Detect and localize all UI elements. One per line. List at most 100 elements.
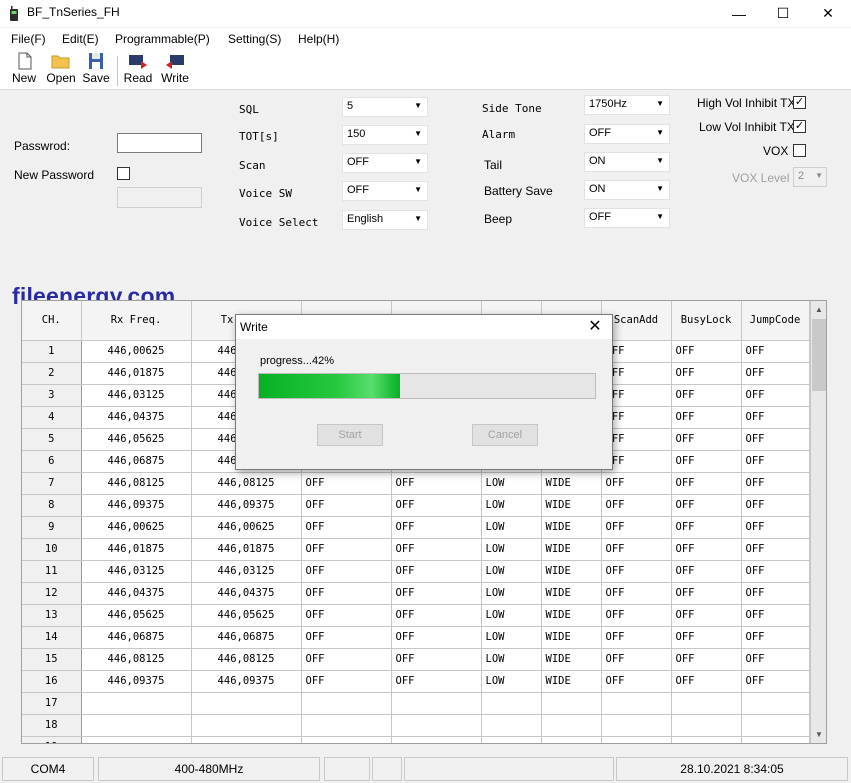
- table-cell[interactable]: [601, 736, 672, 743]
- table-cell[interactable]: 446,09375: [191, 494, 302, 517]
- channel-number-cell[interactable]: 13: [22, 604, 82, 627]
- table-cell[interactable]: OFF: [741, 472, 810, 495]
- channel-number-cell[interactable]: 2: [22, 362, 82, 385]
- table-cell[interactable]: LOW: [481, 560, 542, 583]
- table-cell[interactable]: 446,04375: [191, 582, 302, 605]
- table-row[interactable]: 7 446,08125 446,08125 OFF OFF LOW WIDE OFF OFF OF…: [22, 472, 810, 495]
- channel-number-cell[interactable]: 14: [22, 626, 82, 649]
- sql-select[interactable]: 5 ▼: [342, 97, 428, 117]
- table-cell[interactable]: OFF: [391, 626, 482, 649]
- table-cell[interactable]: OFF: [671, 340, 742, 363]
- scrollbar-thumb[interactable]: [812, 319, 826, 391]
- column-header[interactable]: JumpCode: [741, 301, 810, 341]
- table-row[interactable]: 11 446,03125 446,03125 OFF OFF LOW WIDE OFF OFF O…: [22, 560, 810, 583]
- channel-number-cell[interactable]: 12: [22, 582, 82, 605]
- table-cell[interactable]: [81, 736, 192, 743]
- table-cell[interactable]: OFF: [671, 560, 742, 583]
- table-cell[interactable]: OFF: [671, 582, 742, 605]
- new-button[interactable]: New: [6, 52, 42, 85]
- table-cell[interactable]: OFF: [741, 384, 810, 407]
- table-cell[interactable]: OFF: [671, 384, 742, 407]
- table-cell[interactable]: OFF: [671, 362, 742, 385]
- table-cell[interactable]: OFF: [601, 582, 672, 605]
- table-cell[interactable]: 446,01875: [81, 362, 192, 385]
- table-cell[interactable]: [541, 714, 602, 737]
- table-cell[interactable]: 446,04375: [81, 406, 192, 429]
- table-cell[interactable]: OFF: [301, 472, 392, 495]
- save-button[interactable]: Save: [78, 52, 114, 85]
- table-cell[interactable]: [601, 692, 672, 715]
- table-cell[interactable]: WIDE: [541, 626, 602, 649]
- read-button[interactable]: Read: [120, 52, 156, 85]
- menu-edit[interactable]: Edit(E): [62, 32, 99, 46]
- table-cell[interactable]: [391, 692, 482, 715]
- table-row[interactable]: 12 446,04375 446,04375 OFF OFF LOW WIDE OFF OFF O…: [22, 582, 810, 605]
- table-cell[interactable]: [741, 692, 810, 715]
- table-cell[interactable]: OFF: [671, 472, 742, 495]
- table-cell[interactable]: OFF: [301, 582, 392, 605]
- scan-select[interactable]: OFF ▼: [342, 153, 428, 173]
- table-cell[interactable]: OFF: [391, 648, 482, 671]
- table-cell[interactable]: [741, 714, 810, 737]
- table-cell[interactable]: 446,08125: [191, 472, 302, 495]
- column-header[interactable]: CH.: [22, 301, 82, 341]
- table-cell[interactable]: 446,09375: [81, 494, 192, 517]
- voice-select-select[interactable]: English ▼: [342, 210, 428, 230]
- table-cell[interactable]: LOW: [481, 516, 542, 539]
- table-cell[interactable]: OFF: [301, 604, 392, 627]
- table-cell[interactable]: 446,01875: [81, 538, 192, 561]
- vertical-scrollbar[interactable]: ▲ ▼: [810, 301, 826, 743]
- table-cell[interactable]: LOW: [481, 648, 542, 671]
- table-cell[interactable]: OFF: [391, 582, 482, 605]
- menu-file[interactable]: File(F): [11, 32, 46, 46]
- table-cell[interactable]: LOW: [481, 670, 542, 693]
- table-cell[interactable]: WIDE: [541, 494, 602, 517]
- table-cell[interactable]: OFF: [301, 538, 392, 561]
- table-cell[interactable]: [481, 692, 542, 715]
- table-cell[interactable]: [301, 714, 392, 737]
- table-cell[interactable]: [81, 714, 192, 737]
- table-cell[interactable]: OFF: [671, 538, 742, 561]
- table-cell[interactable]: [391, 736, 482, 743]
- table-row[interactable]: 15 446,08125 446,08125 OFF OFF LOW WIDE OFF OFF O…: [22, 648, 810, 671]
- table-cell[interactable]: OFF: [301, 648, 392, 671]
- table-cell[interactable]: 446,03125: [191, 560, 302, 583]
- table-cell[interactable]: OFF: [391, 516, 482, 539]
- table-cell[interactable]: OFF: [741, 516, 810, 539]
- alarm-select[interactable]: OFF ▼: [584, 124, 670, 144]
- table-cell[interactable]: WIDE: [541, 582, 602, 605]
- new-password-checkbox[interactable]: [117, 167, 130, 180]
- table-row[interactable]: 8 446,09375 446,09375 OFF OFF LOW WIDE OFF OFF OF…: [22, 494, 810, 517]
- vox-checkbox[interactable]: [793, 144, 806, 157]
- channel-number-cell[interactable]: 9: [22, 516, 82, 539]
- table-cell[interactable]: OFF: [391, 538, 482, 561]
- table-cell[interactable]: 446,03125: [81, 384, 192, 407]
- table-row[interactable]: 13 446,05625 446,05625 OFF OFF LOW WIDE OFF OFF O…: [22, 604, 810, 627]
- table-cell[interactable]: OFF: [391, 670, 482, 693]
- table-cell[interactable]: WIDE: [541, 604, 602, 627]
- channel-number-cell[interactable]: 4: [22, 406, 82, 429]
- table-cell[interactable]: [541, 736, 602, 743]
- table-cell[interactable]: [191, 714, 302, 737]
- table-cell[interactable]: OFF: [741, 450, 810, 473]
- table-cell[interactable]: 446,05625: [191, 604, 302, 627]
- open-button[interactable]: Open: [43, 52, 79, 85]
- table-cell[interactable]: [671, 692, 742, 715]
- high-vol-inhibit-checkbox[interactable]: ✓: [793, 96, 806, 109]
- table-cell[interactable]: 446,04375: [81, 582, 192, 605]
- table-cell[interactable]: 446,06875: [191, 626, 302, 649]
- table-cell[interactable]: OFF: [601, 516, 672, 539]
- table-cell[interactable]: [301, 736, 392, 743]
- voice-sw-select[interactable]: OFF ▼: [342, 181, 428, 201]
- table-cell[interactable]: [191, 692, 302, 715]
- table-cell[interactable]: OFF: [601, 648, 672, 671]
- table-cell[interactable]: 446,08125: [191, 648, 302, 671]
- table-cell[interactable]: OFF: [601, 538, 672, 561]
- table-cell[interactable]: 446,06875: [81, 626, 192, 649]
- table-cell[interactable]: 446,00625: [191, 516, 302, 539]
- scroll-down-icon[interactable]: ▼: [811, 726, 826, 743]
- table-cell[interactable]: OFF: [301, 626, 392, 649]
- table-cell[interactable]: OFF: [391, 494, 482, 517]
- table-cell[interactable]: WIDE: [541, 516, 602, 539]
- table-cell[interactable]: OFF: [741, 560, 810, 583]
